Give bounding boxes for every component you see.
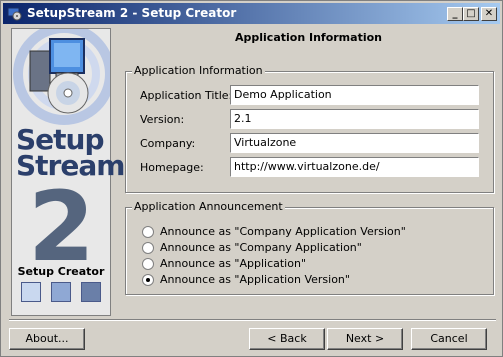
app-icon [7, 7, 22, 21]
application-title-label: Application Title: [140, 89, 233, 102]
radio-label[interactable]: Announce as "Company Application" [160, 241, 362, 254]
logo-number: 2 [28, 171, 95, 283]
step-indicator-3 [81, 282, 101, 302]
next-button[interactable]: Next > [327, 328, 403, 350]
radio-label[interactable]: Announce as "Company Application Version… [160, 225, 406, 238]
radio-button[interactable] [142, 226, 154, 238]
application-information-group: Application Information Application Titl… [125, 64, 494, 193]
product-box-graphic [13, 29, 110, 125]
radio-label[interactable]: Announce as "Application" [160, 257, 306, 270]
homepage-label: Homepage: [140, 161, 204, 174]
group-legend: Application Announcement [132, 200, 285, 213]
homepage-input[interactable]: http://www.virtualzone.de/ [230, 157, 479, 177]
title-bar[interactable]: SetupStream 2 - Setup Creator _ □ ✕ [3, 3, 500, 24]
setup-creator-caption: Setup Creator [17, 265, 105, 278]
cancel-button[interactable]: Cancel [411, 328, 487, 350]
application-announcement-group: Application Announcement Announce as "Co… [125, 200, 494, 295]
maximize-button[interactable]: □ [463, 7, 479, 21]
setup-creator-window: SetupStream 2 - Setup Creator _ □ ✕ Setu… [0, 0, 503, 357]
step-indicator-2 [51, 282, 71, 302]
minimize-button[interactable]: _ [447, 7, 463, 21]
step-indicator-1 [21, 282, 41, 302]
about-button[interactable]: About... [9, 328, 85, 350]
radio-button-selected[interactable] [142, 274, 154, 286]
button-separator [9, 319, 496, 321]
page-title: Application Information [235, 31, 382, 44]
close-button[interactable]: ✕ [481, 7, 497, 21]
company-label: Company: [140, 137, 196, 150]
application-title-input[interactable]: Demo Application [230, 85, 479, 105]
branding-panel: Setup Stream 2 Setup Creator [11, 28, 125, 316]
version-label: Version: [140, 113, 185, 126]
radio-button[interactable] [142, 242, 154, 254]
radio-button[interactable] [142, 258, 154, 270]
group-legend: Application Information [132, 64, 265, 77]
back-button[interactable]: < Back [249, 328, 325, 350]
setupstream-logo: Setup Stream 2 Setup Creator [12, 29, 125, 315]
company-input[interactable]: Virtualzone [230, 133, 479, 153]
radio-label[interactable]: Announce as "Application Version" [160, 273, 350, 286]
version-input[interactable]: 2.1 [230, 109, 479, 129]
window-title: SetupStream 2 - Setup Creator [27, 6, 237, 20]
